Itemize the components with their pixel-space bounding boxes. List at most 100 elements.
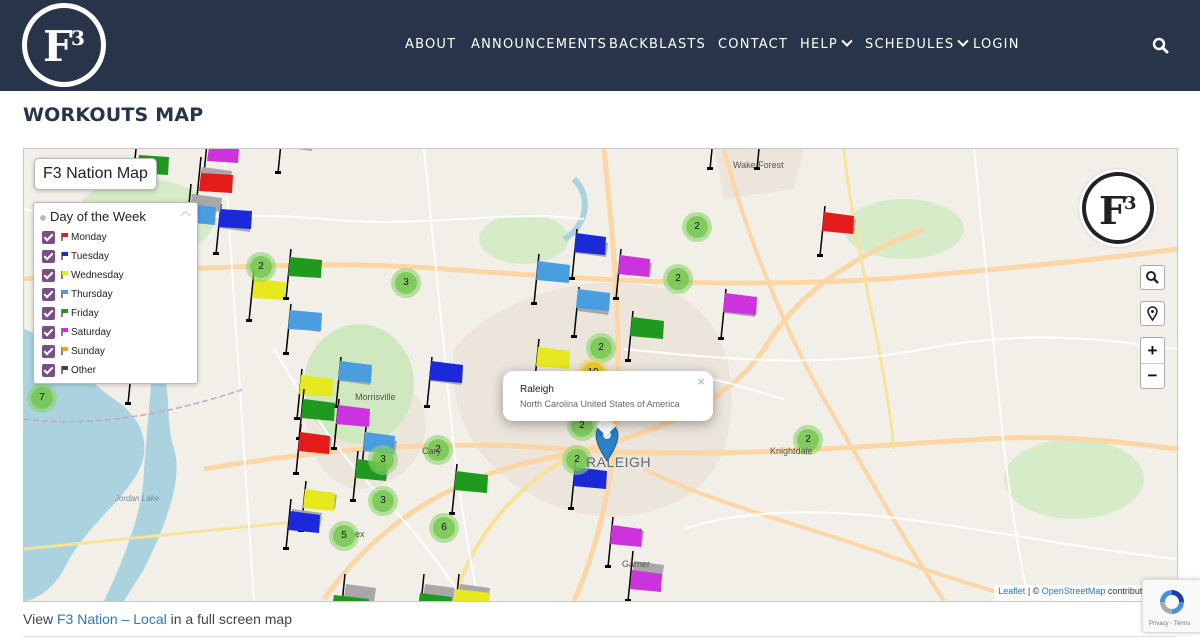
nav-announcements[interactable]: ANNOUNCEMENTS [471,37,607,52]
flag-marker-monday[interactable] [292,423,333,476]
map-cluster[interactable]: 6 [429,513,459,543]
svg-text:F: F [1099,188,1126,233]
checkbox[interactable] [42,231,55,244]
workouts-map[interactable]: 2 2 3 2 2 10 7 2 2 2 2 3 3 6 5 Wake Fore… [23,148,1178,602]
map-cluster[interactable]: 2 [682,212,712,242]
f3-logo-mark: F 3 [27,8,101,82]
fullscreen-map-link[interactable]: F3 Nation – Local [57,611,167,627]
cluster-count: 2 [667,268,689,290]
flag-marker-friday[interactable] [282,248,323,301]
svg-text:F: F [43,22,73,71]
chevron-down-icon [957,35,970,47]
legend-heading-text: Day of the Week [50,209,146,224]
zoom-in-button[interactable]: + [1141,338,1164,364]
flag-marker-saturday[interactable] [612,248,653,301]
flag-icon [61,366,68,374]
locate-icon[interactable] [1140,301,1165,326]
recaptcha-text[interactable]: Privacy - Terms [1149,621,1190,627]
site-header: F 3 ABOUT ANNOUNCEMENTS BACKBLASTS CONTA… [0,0,1200,91]
map-cluster[interactable]: 3 [368,486,398,516]
cluster-count: 3 [372,449,394,471]
map-cluster[interactable]: 3 [391,268,421,298]
checkbox[interactable] [42,364,55,377]
flag-marker-monday[interactable] [816,205,857,258]
nav-backblasts-label: BACKBLASTS [609,37,706,52]
flag-marker-saturday[interactable] [717,288,758,341]
flag-icon [61,252,68,260]
recaptcha-icon [1160,590,1184,614]
chevron-down-icon [841,35,853,47]
legend-label: Sunday [71,346,105,357]
checkbox[interactable] [42,288,55,301]
f3-map-logo: F3 [1079,169,1157,247]
cluster-count: 2 [250,256,272,278]
legend-label: Tuesday [71,251,109,262]
label-knightdale: Knightdale [770,446,813,456]
nav-contact-label: CONTACT [718,37,789,52]
checkbox[interactable] [42,307,55,320]
map-search-icon[interactable] [1140,265,1165,290]
cluster-count: 6 [433,517,455,539]
nav-contact[interactable]: CONTACT [718,37,788,52]
legend-heading[interactable]: Day of the Week [40,209,146,224]
footer-prefix: View [23,611,57,627]
location-popup: Raleigh North Carolina United States of … [503,371,713,421]
label-wake-forest: Wake Forest [733,160,784,170]
divider [23,636,1176,637]
cluster-count: 3 [395,272,417,294]
map-cluster[interactable]: 2 [246,252,276,282]
flag-marker-tuesday[interactable] [568,228,609,281]
flag-marker-thursday[interactable] [570,286,611,339]
checkbox[interactable] [42,269,55,282]
nav-schedules-label: SCHEDULES [865,37,955,52]
legend-label: Wednesday [71,270,124,281]
nav-schedules[interactable]: SCHEDULES [865,35,970,52]
cluster-count: 2 [566,449,588,471]
flag-marker-friday[interactable] [448,463,489,516]
label-raleigh: RALEIGH [586,454,651,470]
f3-logo[interactable]: F 3 [22,3,106,87]
flag-marker-other[interactable] [274,149,315,175]
close-icon[interactable]: × [697,374,705,389]
search-icon[interactable] [1152,37,1170,55]
legend-label: Friday [71,308,99,319]
nav-backblasts[interactable]: BACKBLASTS [609,37,706,52]
legend-label: Other [71,365,97,376]
popup-subtitle: North Carolina United States of America [520,399,680,409]
flag-marker-thursday[interactable] [282,303,323,356]
flag-marker-tuesday[interactable] [423,356,464,409]
nav-about[interactable]: ABOUT [405,37,456,52]
flag-icon [61,309,68,317]
cluster-count: 2 [590,337,612,359]
zoom-out-button[interactable]: − [1141,364,1164,389]
label-garner: Garner [622,559,651,569]
cluster-count: 5 [333,525,355,547]
chevron-up-icon[interactable] [180,210,191,221]
map-cluster[interactable]: 2 [663,264,693,294]
nav-about-label: ABOUT [405,37,457,52]
label-jordan-lake: Jordan Lake [115,494,160,503]
flag-marker-wednesday[interactable] [450,573,491,601]
leaflet-link[interactable]: Leaflet [998,586,1025,596]
label-morrisville: Morrisville [355,392,396,402]
map-cluster[interactable]: 7 [27,383,57,413]
page-title: WORKOUTS MAP [23,104,204,126]
flag-marker-friday[interactable] [415,573,456,601]
nav-help[interactable]: HELP [800,35,853,52]
flag-marker-friday[interactable] [332,573,377,601]
checkbox[interactable] [42,345,55,358]
flag-icon [61,290,68,298]
flag-marker-thursday[interactable] [530,253,571,306]
recaptcha-badge[interactable]: Privacy - Terms [1142,579,1200,633]
osm-link[interactable]: OpenStreetMap [1042,586,1106,596]
map-cluster[interactable]: 3 [368,445,398,475]
checkbox[interactable] [42,326,55,339]
nav-help-label: HELP [800,37,838,52]
label-apex: ex [355,529,365,539]
map-title: F3 Nation Map [34,158,157,190]
cluster-count: 2 [686,216,708,238]
checkbox[interactable] [42,250,55,263]
flag-icon [61,233,68,241]
nav-login[interactable]: LOGIN [973,37,1020,52]
flag-marker-friday[interactable] [624,310,665,363]
